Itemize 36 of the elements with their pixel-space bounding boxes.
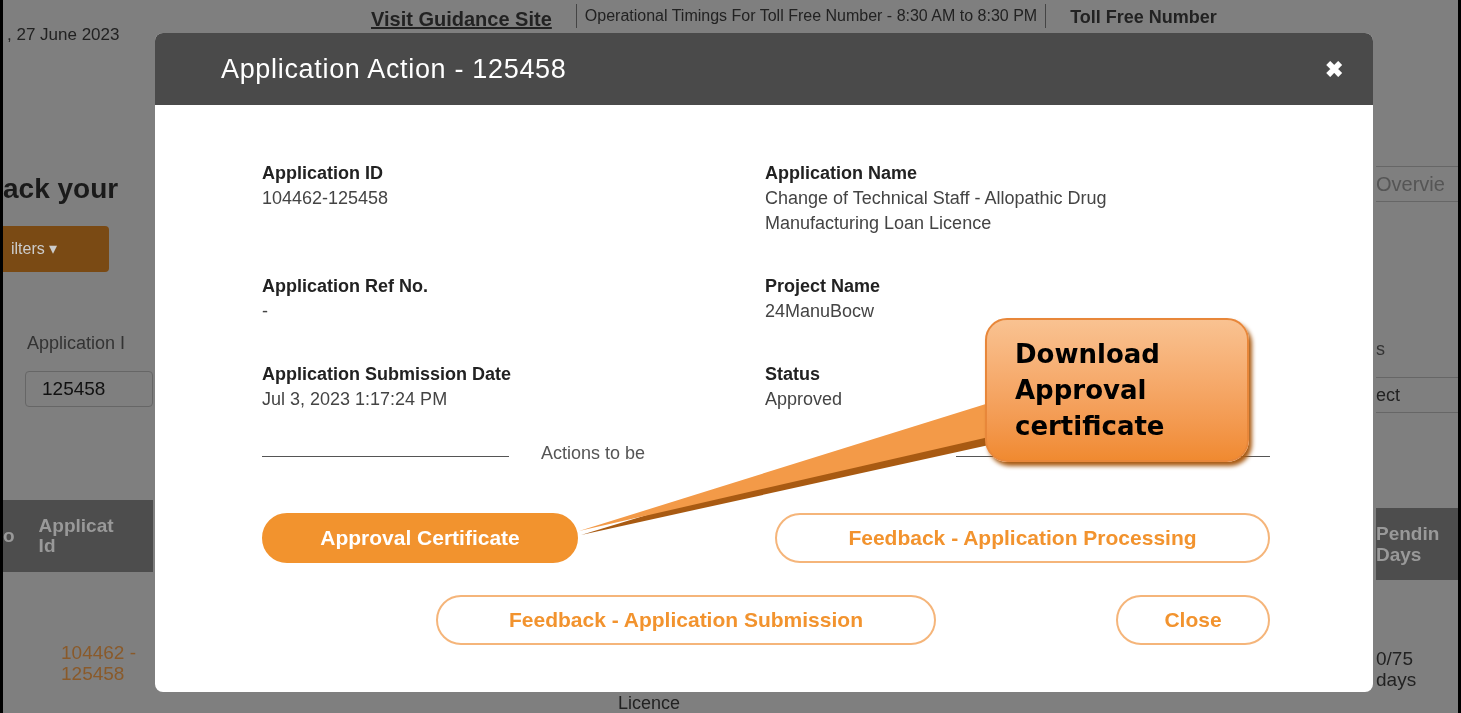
outline-button[interactable]: Feedback - Application Processing xyxy=(775,513,1270,563)
table-cell-text: 104462 - 125458 xyxy=(61,642,137,684)
field-label: Application Ref No. xyxy=(262,275,428,298)
close-button[interactable]: ✖ xyxy=(1325,52,1343,86)
field-value: Change of Technical Staff - Allopathic Drug Manufacturing Loan Licence xyxy=(765,187,1108,235)
column-header: o xyxy=(3,526,15,546)
field-value: Approved xyxy=(765,388,843,411)
timings-text: Operational Timings For Toll Free Number - 8:30 AM to 8:30 PM xyxy=(575,4,1047,28)
field-label: s xyxy=(1376,338,1386,361)
field-label: Application Name xyxy=(765,162,918,185)
date-text: , 27 June 2023 xyxy=(7,24,121,46)
field-value: 104462-125458 xyxy=(262,187,389,210)
field-label: Application Submission Date xyxy=(262,363,512,386)
field-value: 24ManuBocw xyxy=(765,300,875,323)
dialog-title: Application Action - 125458 xyxy=(221,52,567,86)
toll-free-text: Toll Free Number xyxy=(1070,6,1217,29)
section-label: Actions to be xyxy=(540,442,646,465)
table-cell-text: Licence xyxy=(618,692,681,713)
table-cell-text: 0/75 days xyxy=(1376,648,1418,690)
page-heading: ack your xyxy=(3,172,120,206)
table-header: Pendin Days xyxy=(1376,508,1458,580)
field-label: Status xyxy=(765,363,820,386)
field-label: Application ID xyxy=(262,162,383,185)
input-field[interactable]: 125458 xyxy=(25,371,153,407)
field-label: Application I xyxy=(27,332,127,355)
primary-button[interactable]: Approval Certificate xyxy=(262,513,578,563)
column-header: Applicat Id xyxy=(38,516,115,556)
field-value: - xyxy=(262,300,268,323)
outline-button[interactable]: Feedback - Application Submission xyxy=(436,595,936,645)
field-value: Jul 3, 2023 1:17:24 PM xyxy=(262,388,448,411)
field-label: Project Name xyxy=(765,275,881,298)
select-field[interactable]: ect xyxy=(1376,377,1458,413)
guidance-link[interactable]: Visit Guidance Site xyxy=(371,4,552,34)
filters-button[interactable]: ilters ▾ xyxy=(3,226,109,272)
outline-button[interactable]: Close xyxy=(1116,595,1270,645)
callout: Download Approval certificate xyxy=(985,318,1249,462)
